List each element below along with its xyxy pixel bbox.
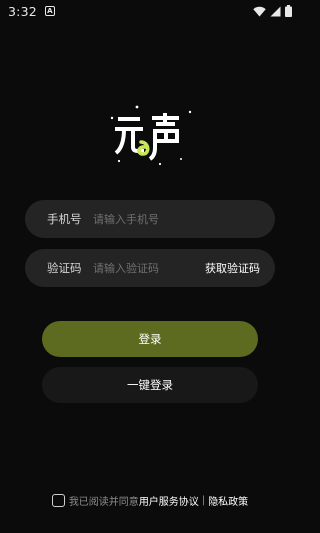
battery-icon — [285, 5, 292, 17]
agreement-checkbox[interactable] — [51, 493, 65, 507]
logo-star — [180, 158, 182, 160]
get-code-button[interactable]: 获取验证码 — [205, 260, 260, 276]
phone-label: 手机号 — [47, 212, 82, 226]
login-button[interactable]: 登录 — [42, 321, 258, 357]
status-time: 3:32 — [8, 3, 37, 19]
logo-accent-mark — [137, 140, 150, 156]
logo-star — [117, 159, 121, 163]
notification-icon: A — [44, 6, 55, 16]
logo-char-sheng — [148, 113, 179, 161]
logo-star — [188, 110, 192, 114]
code-input[interactable] — [93, 261, 205, 275]
code-field: 验证码 获取验证码 — [25, 249, 275, 287]
agreement-separator: | — [201, 494, 206, 506]
signal-icon — [270, 6, 281, 16]
status-left: 3:32 A — [8, 4, 55, 19]
privacy-policy-link[interactable]: 隐私政策 — [208, 493, 248, 508]
logo-star — [135, 105, 139, 109]
status-bar: 3:32 A — [0, 0, 300, 22]
status-right — [253, 5, 292, 17]
one-key-login-button[interactable]: 一键登录 — [42, 367, 258, 403]
wifi-icon — [253, 6, 266, 16]
agreement-row: 我已阅读并同意 用户服务协议 | 隐私政策 — [0, 492, 300, 508]
agreement-prefix: 我已阅读并同意 — [68, 496, 139, 508]
logo-star — [158, 162, 162, 166]
logo-star — [110, 116, 114, 120]
app-logo — [110, 105, 192, 166]
phone-field: 手机号 — [25, 200, 275, 238]
phone-input[interactable] — [93, 212, 260, 226]
user-agreement-link[interactable]: 用户服务协议 — [139, 493, 199, 508]
code-label: 验证码 — [47, 261, 82, 275]
